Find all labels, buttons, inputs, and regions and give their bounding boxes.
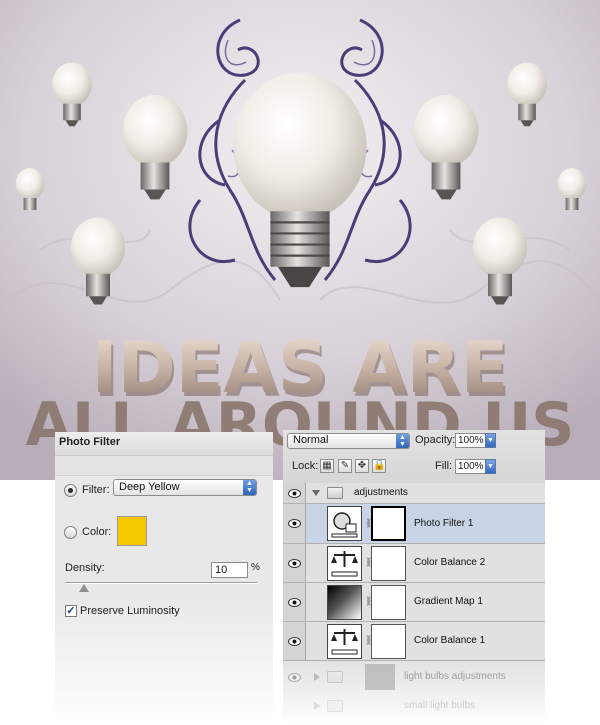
folder-icon — [327, 700, 343, 712]
layer-name: Color Balance 1 — [414, 635, 486, 646]
blend-mode-select[interactable]: Normal ▲ ▼ — [287, 433, 410, 449]
density-slider-thumb[interactable] — [79, 584, 90, 592]
layer-row-light-bulbs-adjustments[interactable]: light bulbs adjustments — [283, 662, 545, 692]
expand-triangle-icon[interactable] — [312, 490, 320, 496]
select-arrows-icon: ▲ ▼ — [396, 434, 409, 448]
lock-transparent-icon[interactable]: ▦ — [320, 459, 334, 473]
dropdown-arrow-icon[interactable]: ▼ — [485, 459, 496, 474]
eye-icon — [288, 519, 301, 528]
layer-name: Color Balance 2 — [414, 557, 486, 568]
blend-mode-value: Normal — [293, 434, 329, 446]
density-slider-track[interactable] — [65, 582, 257, 584]
photo-filter-title: Photo Filter — [55, 432, 273, 456]
select-arrows-icon: ▲ ▼ — [243, 480, 256, 495]
color-label: Color: — [82, 526, 112, 538]
eye-icon — [288, 673, 301, 682]
filter-select-value: Deep Yellow — [119, 481, 180, 493]
expand-triangle-icon[interactable] — [314, 702, 320, 710]
fill-label: Fill: — [435, 460, 453, 472]
opacity-value: 100% — [458, 435, 484, 446]
artwork-canvas: ALL AROUND US IDEAS ARE IDEAS ARE — [0, 0, 600, 480]
layer-row-gradient-map-1[interactable]: ⛓ Gradient Map 1 — [283, 583, 545, 622]
eye-icon — [288, 559, 301, 568]
density-label: Density: — [65, 562, 105, 574]
layer-name: Photo Filter 1 — [414, 518, 474, 529]
layer-row-adjustments[interactable]: adjustments — [283, 483, 545, 504]
dropdown-arrow-icon[interactable]: ▼ — [485, 433, 496, 448]
layer-row-color-balance-1[interactable]: ⛓ Color Balance 1 — [283, 622, 545, 661]
fill-value: 100% — [458, 461, 484, 472]
eye-icon — [288, 598, 301, 607]
layer-mask-thumbnail[interactable] — [371, 624, 406, 659]
opacity-label: Opacity: — [415, 434, 456, 446]
lock-image-icon[interactable]: ✎ — [338, 459, 352, 473]
preserve-luminosity-label: Preserve Luminosity — [80, 605, 180, 617]
preserve-luminosity-checkbox[interactable]: ✓ — [65, 605, 77, 617]
artwork-image: ALL AROUND US IDEAS ARE IDEAS ARE — [0, 0, 600, 480]
density-input[interactable]: 10 — [211, 562, 248, 578]
folder-icon — [327, 487, 343, 499]
panel-divider — [55, 456, 273, 476]
layer-row-small-light-bulbs[interactable]: small light bulbs — [283, 697, 545, 725]
color-balance-icon — [327, 624, 362, 659]
color-swatch[interactable] — [117, 516, 147, 546]
fill-input[interactable]: 100% ▼ — [455, 459, 496, 474]
filter-label: Filter: — [82, 484, 110, 496]
visibility-toggle[interactable] — [283, 622, 306, 660]
visibility-toggle[interactable] — [283, 483, 306, 503]
layer-name: light bulbs adjustments — [404, 671, 506, 682]
color-balance-icon — [327, 546, 362, 581]
filter-select[interactable]: Deep Yellow ▲ ▼ — [113, 479, 257, 496]
lock-label: Lock: — [292, 460, 319, 472]
filter-radio[interactable] — [64, 484, 77, 497]
color-radio[interactable] — [64, 526, 77, 539]
folder-icon — [327, 671, 343, 683]
layer-name: adjustments — [354, 487, 408, 498]
layer-mask-thumbnail[interactable] — [371, 585, 406, 620]
headline-line1: IDEAS ARE — [92, 327, 509, 409]
visibility-toggle[interactable] — [283, 583, 306, 621]
gradient-map-icon — [327, 585, 362, 620]
photo-filter-icon — [327, 506, 362, 541]
layer-mask-thumbnail[interactable] — [371, 546, 406, 581]
layer-mask-thumbnail[interactable] — [371, 506, 406, 541]
mask-thumbnail — [365, 664, 395, 690]
visibility-toggle[interactable] — [283, 544, 306, 582]
eye-icon — [288, 489, 301, 498]
layer-name: small light bulbs — [404, 700, 476, 711]
lock-all-icon[interactable]: 🔒 — [372, 459, 386, 473]
opacity-input[interactable]: 100% ▼ — [455, 433, 496, 448]
visibility-toggle[interactable] — [283, 504, 306, 543]
eye-icon — [288, 637, 301, 646]
lock-position-icon[interactable]: ✥ — [355, 459, 369, 473]
layer-row-color-balance-2[interactable]: ⛓ Color Balance 2 — [283, 544, 545, 583]
expand-triangle-icon[interactable] — [314, 673, 320, 681]
layer-row-photo-filter-1[interactable]: ⛓ Photo Filter 1 — [283, 504, 545, 544]
photo-filter-panel: Photo Filter — [55, 432, 273, 725]
layer-name: Gradient Map 1 — [414, 596, 483, 607]
density-unit: % — [251, 562, 260, 573]
